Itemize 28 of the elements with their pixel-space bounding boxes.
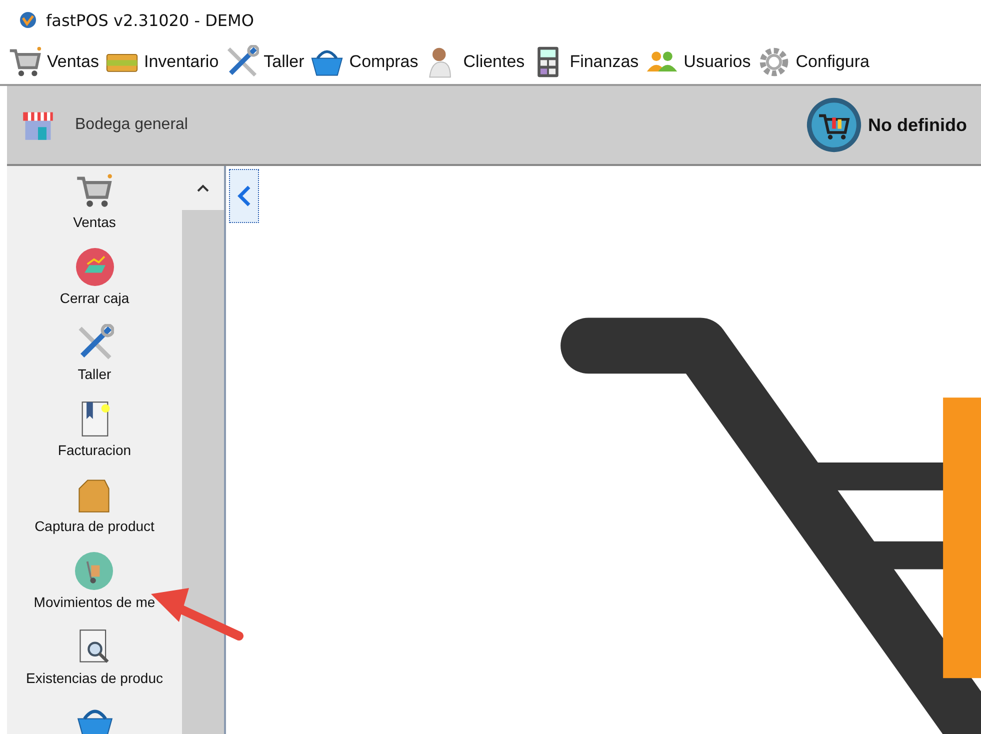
- collapse-button[interactable]: [229, 169, 259, 223]
- sidebar-item[interactable]: Ventas: [73, 172, 116, 248]
- menu-item[interactable]: Configura: [756, 45, 870, 79]
- chevron-left-icon: [237, 184, 251, 208]
- sidebar-item[interactable]: Cerrar caja: [60, 248, 130, 324]
- store-name: Bodega general: [75, 116, 188, 134]
- menu-item[interactable]: Clientes: [424, 45, 525, 79]
- menu-item[interactable]: Usuarios: [644, 45, 751, 79]
- sidebar-item[interactable]: Existencias de produc: [26, 628, 163, 704]
- user-name: No definido: [868, 114, 967, 136]
- sidebar-item[interactable]: Taller: [76, 324, 114, 400]
- menu-item[interactable]: Compras: [310, 45, 418, 79]
- tools-icon: [224, 45, 259, 79]
- cart-logo-icon: [806, 97, 862, 153]
- menu-item[interactable]: Inventario: [105, 45, 219, 79]
- window-title: fastPOS v2.31020 - DEMO: [46, 10, 254, 30]
- chevron-up-icon: [197, 184, 209, 192]
- sidebar-item[interactable]: Movimientos de me: [34, 552, 156, 628]
- app-logo-icon: [18, 10, 38, 30]
- menu-item[interactable]: Finanzas: [530, 45, 639, 79]
- hand-truck-icon: [75, 552, 114, 590]
- menu-item[interactable]: Ventas: [8, 45, 99, 79]
- menu-item[interactable]: Taller: [224, 45, 304, 79]
- cart-icon: [75, 172, 114, 210]
- sidebar-item[interactable]: Facturacion: [58, 400, 132, 476]
- cart-icon: [8, 45, 42, 79]
- cash-icon: [76, 248, 114, 286]
- sidebar-item[interactable]: Captura de product: [34, 476, 154, 552]
